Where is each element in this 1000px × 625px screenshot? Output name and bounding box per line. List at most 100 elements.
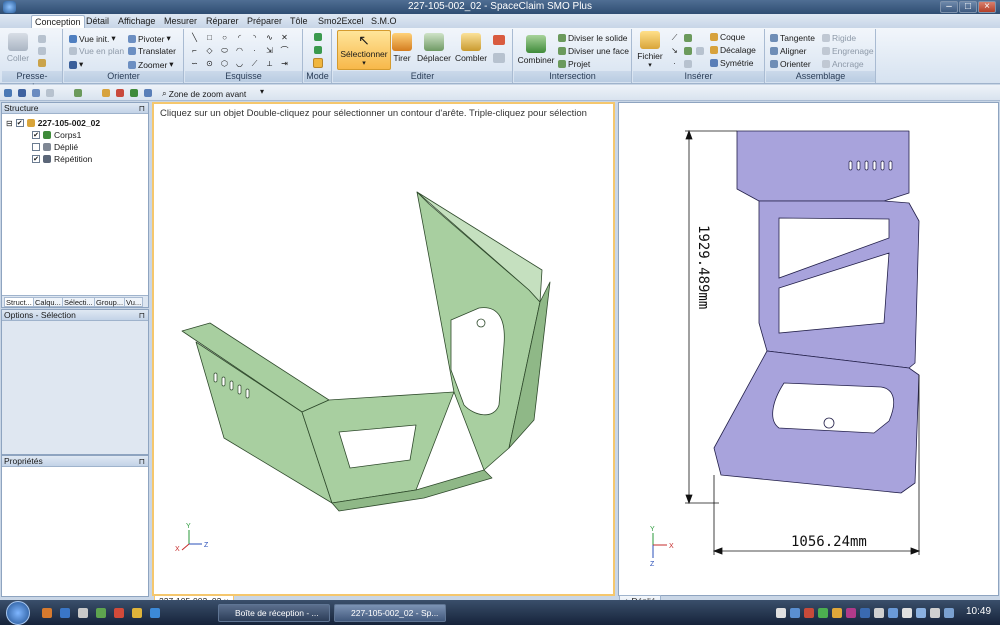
three-point-arc-icon[interactable]: ◡ xyxy=(235,59,244,68)
grid-icon[interactable] xyxy=(74,89,82,97)
tray-icon-8[interactable] xyxy=(874,608,884,618)
offset-tool-icon[interactable]: ⇲ xyxy=(265,46,274,55)
pin-icon[interactable]: ⊓ xyxy=(139,456,145,467)
pivot-button[interactable]: Pivoter ▾ xyxy=(128,33,171,44)
curve-tool-icon[interactable]: ∿ xyxy=(265,33,274,42)
tree-item-checkbox[interactable] xyxy=(32,143,40,151)
ellipse-tool-icon[interactable]: ⬭ xyxy=(220,46,229,55)
save-icon[interactable] xyxy=(18,89,26,97)
volume-icon[interactable] xyxy=(930,608,940,618)
format-brush-icon[interactable] xyxy=(38,59,46,67)
display-style-icon[interactable] xyxy=(102,89,110,97)
play-icon[interactable] xyxy=(130,89,138,97)
align-button[interactable]: Aligner xyxy=(770,46,806,56)
cylinder-icon[interactable] xyxy=(684,34,692,42)
tree-root[interactable]: ⊟ ✔ 227-105-002_02 xyxy=(6,118,100,128)
tab-mesurer[interactable]: Mesurer xyxy=(161,15,200,28)
cut-icon[interactable] xyxy=(38,35,46,43)
flat-pattern-viewport[interactable]: 1929.489mm 1056.24mm Y X Z ⌂ Déplié xyxy=(618,102,999,606)
paste-button[interactable]: Coller xyxy=(5,33,31,63)
clock[interactable]: 10:49 xyxy=(966,606,991,617)
view-init-button[interactable]: Vue init. ▾ xyxy=(69,33,116,44)
zoom-box-button[interactable]: ⌕ Zone de zoom avant xyxy=(162,88,246,99)
pull-button[interactable]: Tirer xyxy=(391,33,413,63)
view-cube-button[interactable]: ▾ xyxy=(69,59,83,70)
close-button[interactable]: × xyxy=(978,1,996,13)
tab-layers[interactable]: Calqu... xyxy=(33,297,63,307)
tab-smo2excel[interactable]: Smo2Excel xyxy=(315,15,367,28)
rigid-button[interactable]: Rigide xyxy=(822,33,856,43)
tray-icon-3[interactable] xyxy=(804,608,814,618)
tray-icon-10[interactable] xyxy=(902,608,912,618)
orient-button[interactable]: Orienter xyxy=(770,59,811,69)
gear-button[interactable]: Engrenage xyxy=(822,46,874,56)
circle-tool-icon[interactable]: ○ xyxy=(220,33,229,42)
offset-button[interactable]: Décalage xyxy=(710,45,756,55)
tab-smo[interactable]: S.M.O xyxy=(368,15,400,28)
collapse-icon[interactable]: ⊟ xyxy=(6,119,13,128)
plane-insert-icon[interactable]: ⟋ xyxy=(670,33,679,42)
gear-icon[interactable] xyxy=(684,60,692,68)
file-button[interactable]: Fichier ▾ xyxy=(635,31,665,69)
firefox-icon[interactable] xyxy=(42,608,52,618)
tree-root-checkbox[interactable]: ✔ xyxy=(15,119,24,127)
combine-button[interactable]: Combiner xyxy=(516,35,556,65)
tab-conception[interactable]: Conception xyxy=(31,15,85,28)
tree-item-checkbox[interactable]: ✔ xyxy=(32,155,40,163)
tab-structure[interactable]: Struct... xyxy=(4,297,34,307)
zoom-button[interactable]: Zoomer ▾ xyxy=(128,59,174,70)
tray-icon-4[interactable] xyxy=(818,608,828,618)
tab-views[interactable]: Vu... xyxy=(124,297,144,307)
3d-model-render[interactable]: Y Z X xyxy=(154,120,613,590)
tree-item-deplie[interactable]: Déplié xyxy=(32,142,78,152)
square-tool-icon[interactable]: ◇ xyxy=(205,46,214,55)
tab-reparer[interactable]: Réparer xyxy=(203,15,242,28)
tree-item-repetition[interactable]: ✔ Répétition xyxy=(32,154,92,164)
record-icon[interactable] xyxy=(116,89,124,97)
sphere-icon[interactable] xyxy=(684,47,692,55)
anchor-button[interactable]: Ancrage xyxy=(822,59,864,69)
tree-item-checkbox[interactable]: ✔ xyxy=(32,131,40,139)
pin-icon[interactable]: ⊓ xyxy=(139,310,145,321)
printer-icon[interactable] xyxy=(78,608,88,618)
tab-preparer[interactable]: Préparer xyxy=(244,15,285,28)
tweak-icon[interactable] xyxy=(493,35,505,45)
folder-icon[interactable] xyxy=(132,608,142,618)
3d-mode-icon[interactable] xyxy=(313,58,323,68)
tray-icon-6[interactable] xyxy=(846,608,856,618)
tray-icon-2[interactable] xyxy=(790,608,800,618)
power-icon[interactable] xyxy=(944,608,954,618)
slot-tool-icon[interactable]: ⊙ xyxy=(205,59,214,68)
line-tool-icon[interactable]: ╲ xyxy=(190,33,199,42)
pattern-icon[interactable] xyxy=(696,47,704,55)
orbit-icon[interactable] xyxy=(144,89,152,97)
taskbar-item-inbox[interactable]: Boîte de réception - ... xyxy=(218,604,330,622)
tray-icon-5[interactable] xyxy=(832,608,842,618)
tray-icon-9[interactable] xyxy=(888,608,898,618)
select-button[interactable]: ↖ Sélectionner ▾ xyxy=(337,30,391,70)
pin-icon[interactable]: ⊓ xyxy=(139,103,145,114)
point-tool-icon[interactable]: · xyxy=(250,46,259,55)
shell-button[interactable]: Coque xyxy=(710,32,745,42)
tab-tole[interactable]: Tôle xyxy=(287,15,311,28)
extend-tool-icon[interactable]: ⇥ xyxy=(280,59,289,68)
tab-detail[interactable]: Détail xyxy=(83,15,112,28)
mirror-tool-icon[interactable]: ⟂ xyxy=(265,59,274,68)
polygon-tool-icon[interactable]: ⬡ xyxy=(220,59,229,68)
trim-tool-icon[interactable]: ✕ xyxy=(280,33,289,42)
tab-selection[interactable]: Sélecti... xyxy=(62,297,95,307)
split-solid-button[interactable]: Diviser le solide xyxy=(558,33,628,43)
axis-insert-icon[interactable]: ↘ xyxy=(670,46,679,55)
sweep-arc-icon[interactable]: ◠ xyxy=(235,46,244,55)
section-mode-icon[interactable] xyxy=(314,46,322,54)
fillet-tool-icon[interactable]: ⌒ xyxy=(280,46,289,55)
construction-line-icon[interactable]: ⟋ xyxy=(250,59,259,68)
toolbar-overflow-icon[interactable]: ▾ xyxy=(260,87,264,96)
3d-viewport[interactable]: Cliquez sur un objet Double-cliquez pour… xyxy=(152,102,615,606)
tree-item-corps1[interactable]: ✔ Corps1 xyxy=(32,130,81,140)
tray-icon-7[interactable] xyxy=(860,608,870,618)
browser-icon[interactable] xyxy=(150,608,160,618)
tab-affichage[interactable]: Affichage xyxy=(115,15,158,28)
start-button[interactable] xyxy=(6,601,30,625)
undo-icon[interactable] xyxy=(32,89,40,97)
